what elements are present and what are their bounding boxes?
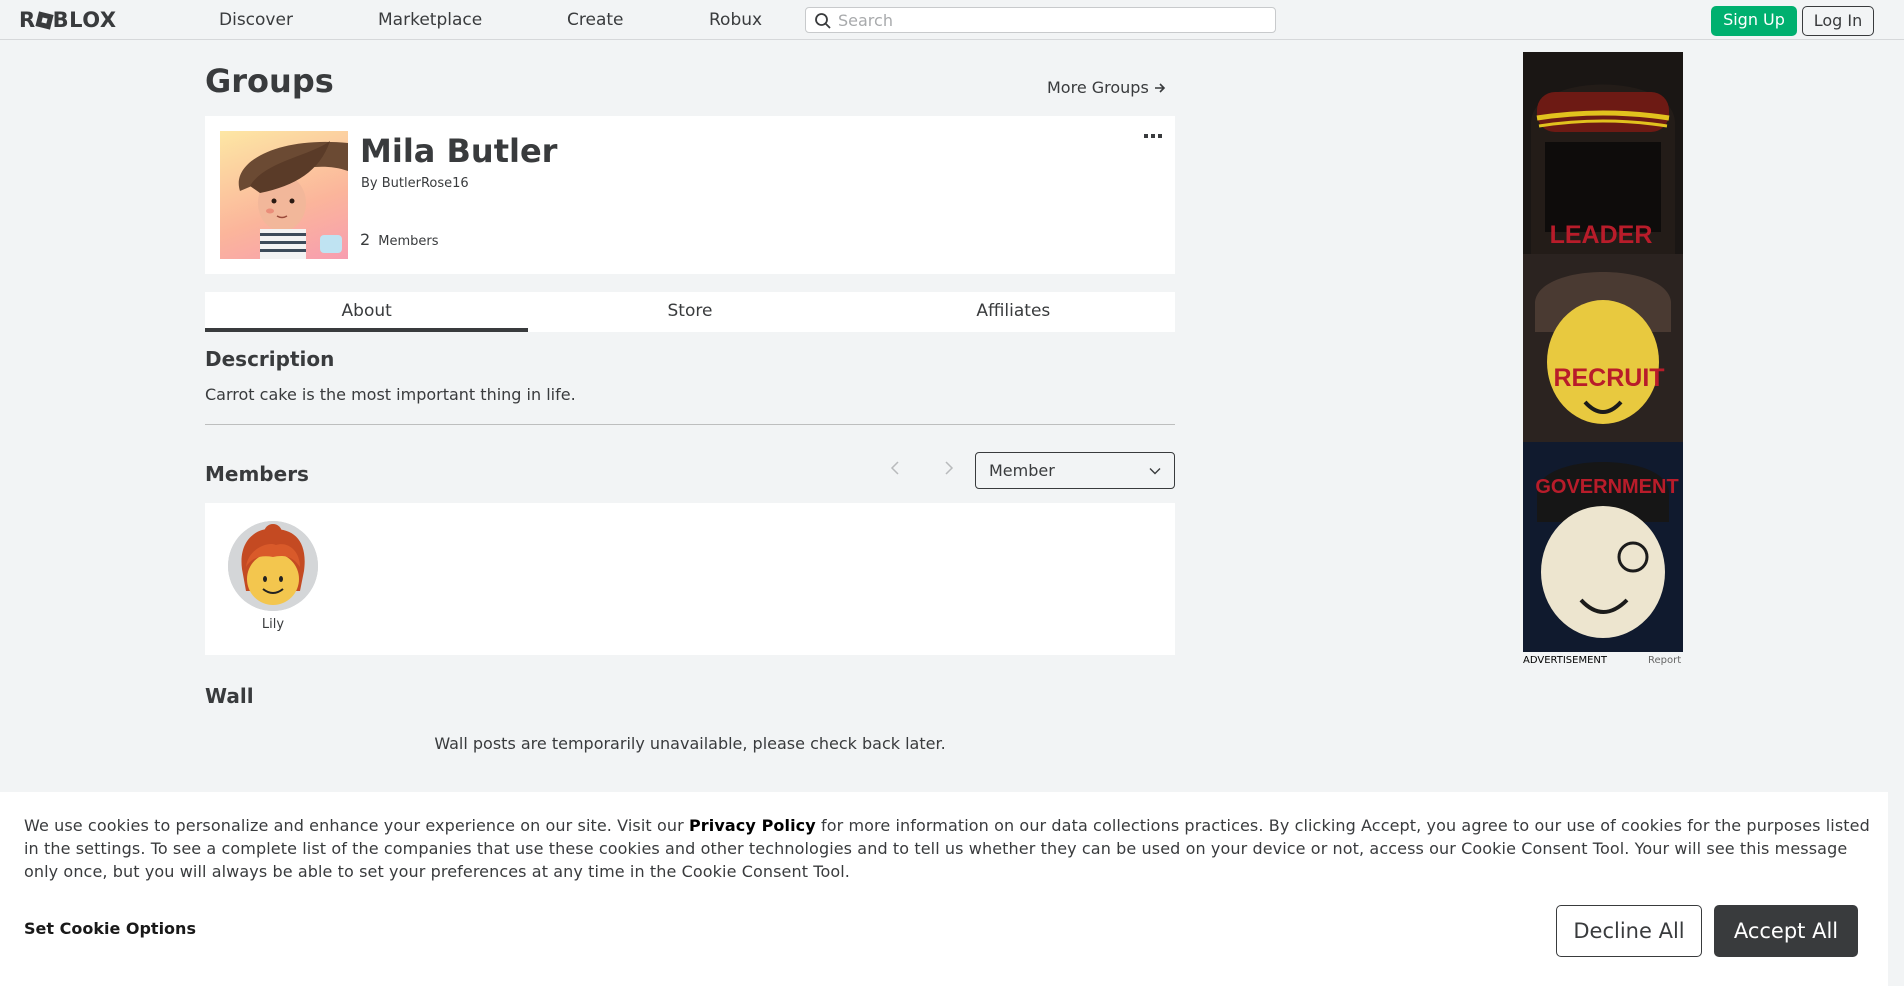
tab-affiliates[interactable]: Affiliates bbox=[852, 292, 1175, 332]
arrow-right-icon bbox=[1154, 83, 1166, 93]
section-divider bbox=[205, 424, 1175, 425]
page-title: Groups bbox=[205, 62, 334, 100]
roblox-logo[interactable]: R BLOX bbox=[19, 8, 117, 32]
group-header-card: Mila Butler By ButlerRose16 2 Members bbox=[205, 116, 1175, 274]
member-card[interactable]: Lily bbox=[227, 521, 319, 632]
cookie-consent-banner: We use cookies to personalize and enhanc… bbox=[0, 792, 1888, 986]
search-icon bbox=[815, 13, 831, 29]
member-role-selected: Member bbox=[989, 461, 1055, 480]
nav-robux[interactable]: Robux bbox=[709, 10, 762, 30]
search-box[interactable] bbox=[805, 7, 1276, 33]
privacy-policy-link[interactable]: Privacy Policy bbox=[689, 816, 816, 835]
ad-rank-recruit: RECRUIT bbox=[1553, 364, 1664, 392]
group-owner-line: By ButlerRose16 bbox=[361, 176, 469, 191]
ad-rank-government: GOVERNMENT bbox=[1535, 476, 1678, 498]
tab-store[interactable]: Store bbox=[528, 292, 851, 332]
nav-marketplace[interactable]: Marketplace bbox=[378, 10, 482, 30]
ad-rank-leader: LEADER bbox=[1550, 221, 1653, 249]
group-owner-link[interactable]: ButlerRose16 bbox=[382, 176, 469, 191]
search-input[interactable] bbox=[838, 10, 1268, 30]
group-emblem-image bbox=[220, 131, 348, 259]
log-in-button[interactable]: Log In bbox=[1802, 6, 1874, 36]
advertisement-banner[interactable]: LEADER RECRUIT GOVERNMENT bbox=[1523, 52, 1683, 652]
cookie-consent-text: We use cookies to personalize and enhanc… bbox=[24, 814, 1874, 883]
advertisement-label: ADVERTISEMENT bbox=[1523, 655, 1608, 666]
member-name: Lily bbox=[261, 617, 285, 632]
report-ad-link[interactable]: Report bbox=[1648, 655, 1681, 666]
group-tabs: About Store Affiliates bbox=[205, 292, 1175, 332]
cookie-text-intro: We use cookies to personalize and enhanc… bbox=[24, 816, 689, 835]
description-heading: Description bbox=[205, 347, 335, 371]
avatar bbox=[228, 521, 318, 611]
accept-all-button[interactable]: Accept All bbox=[1714, 905, 1858, 957]
by-prefix: By bbox=[361, 176, 378, 191]
page-scrollbar[interactable] bbox=[1888, 40, 1904, 986]
decline-all-button[interactable]: Decline All bbox=[1556, 905, 1702, 957]
member-role-dropdown[interactable]: Member bbox=[975, 452, 1175, 489]
sign-up-button[interactable]: Sign Up bbox=[1711, 6, 1797, 36]
group-member-count: 2 Members bbox=[360, 230, 439, 249]
next-page-icon[interactable] bbox=[938, 458, 958, 478]
member-count-value: 2 bbox=[360, 230, 371, 249]
group-name: Mila Butler bbox=[360, 132, 558, 170]
previous-page-icon[interactable] bbox=[886, 458, 906, 478]
description-text: Carrot cake is the most important thing … bbox=[205, 385, 576, 404]
more-groups-link[interactable]: More Groups bbox=[1047, 78, 1166, 97]
top-navigation-bar: R BLOX Discover Marketplace Create Robux … bbox=[0, 0, 1904, 40]
members-list-panel: Lily bbox=[205, 503, 1175, 655]
member-count-label: Members bbox=[378, 234, 439, 249]
more-groups-label: More Groups bbox=[1047, 78, 1149, 97]
set-cookie-options-button[interactable]: Set Cookie Options bbox=[24, 919, 196, 938]
more-options-icon[interactable] bbox=[1143, 130, 1163, 142]
tab-about[interactable]: About bbox=[205, 292, 529, 332]
nav-create[interactable]: Create bbox=[567, 10, 624, 30]
nav-discover[interactable]: Discover bbox=[219, 10, 293, 30]
wall-heading: Wall bbox=[205, 684, 254, 708]
chevron-down-icon bbox=[1149, 468, 1161, 475]
members-heading: Members bbox=[205, 462, 309, 486]
wall-unavailable-message: Wall posts are temporarily unavailable, … bbox=[434, 734, 946, 753]
